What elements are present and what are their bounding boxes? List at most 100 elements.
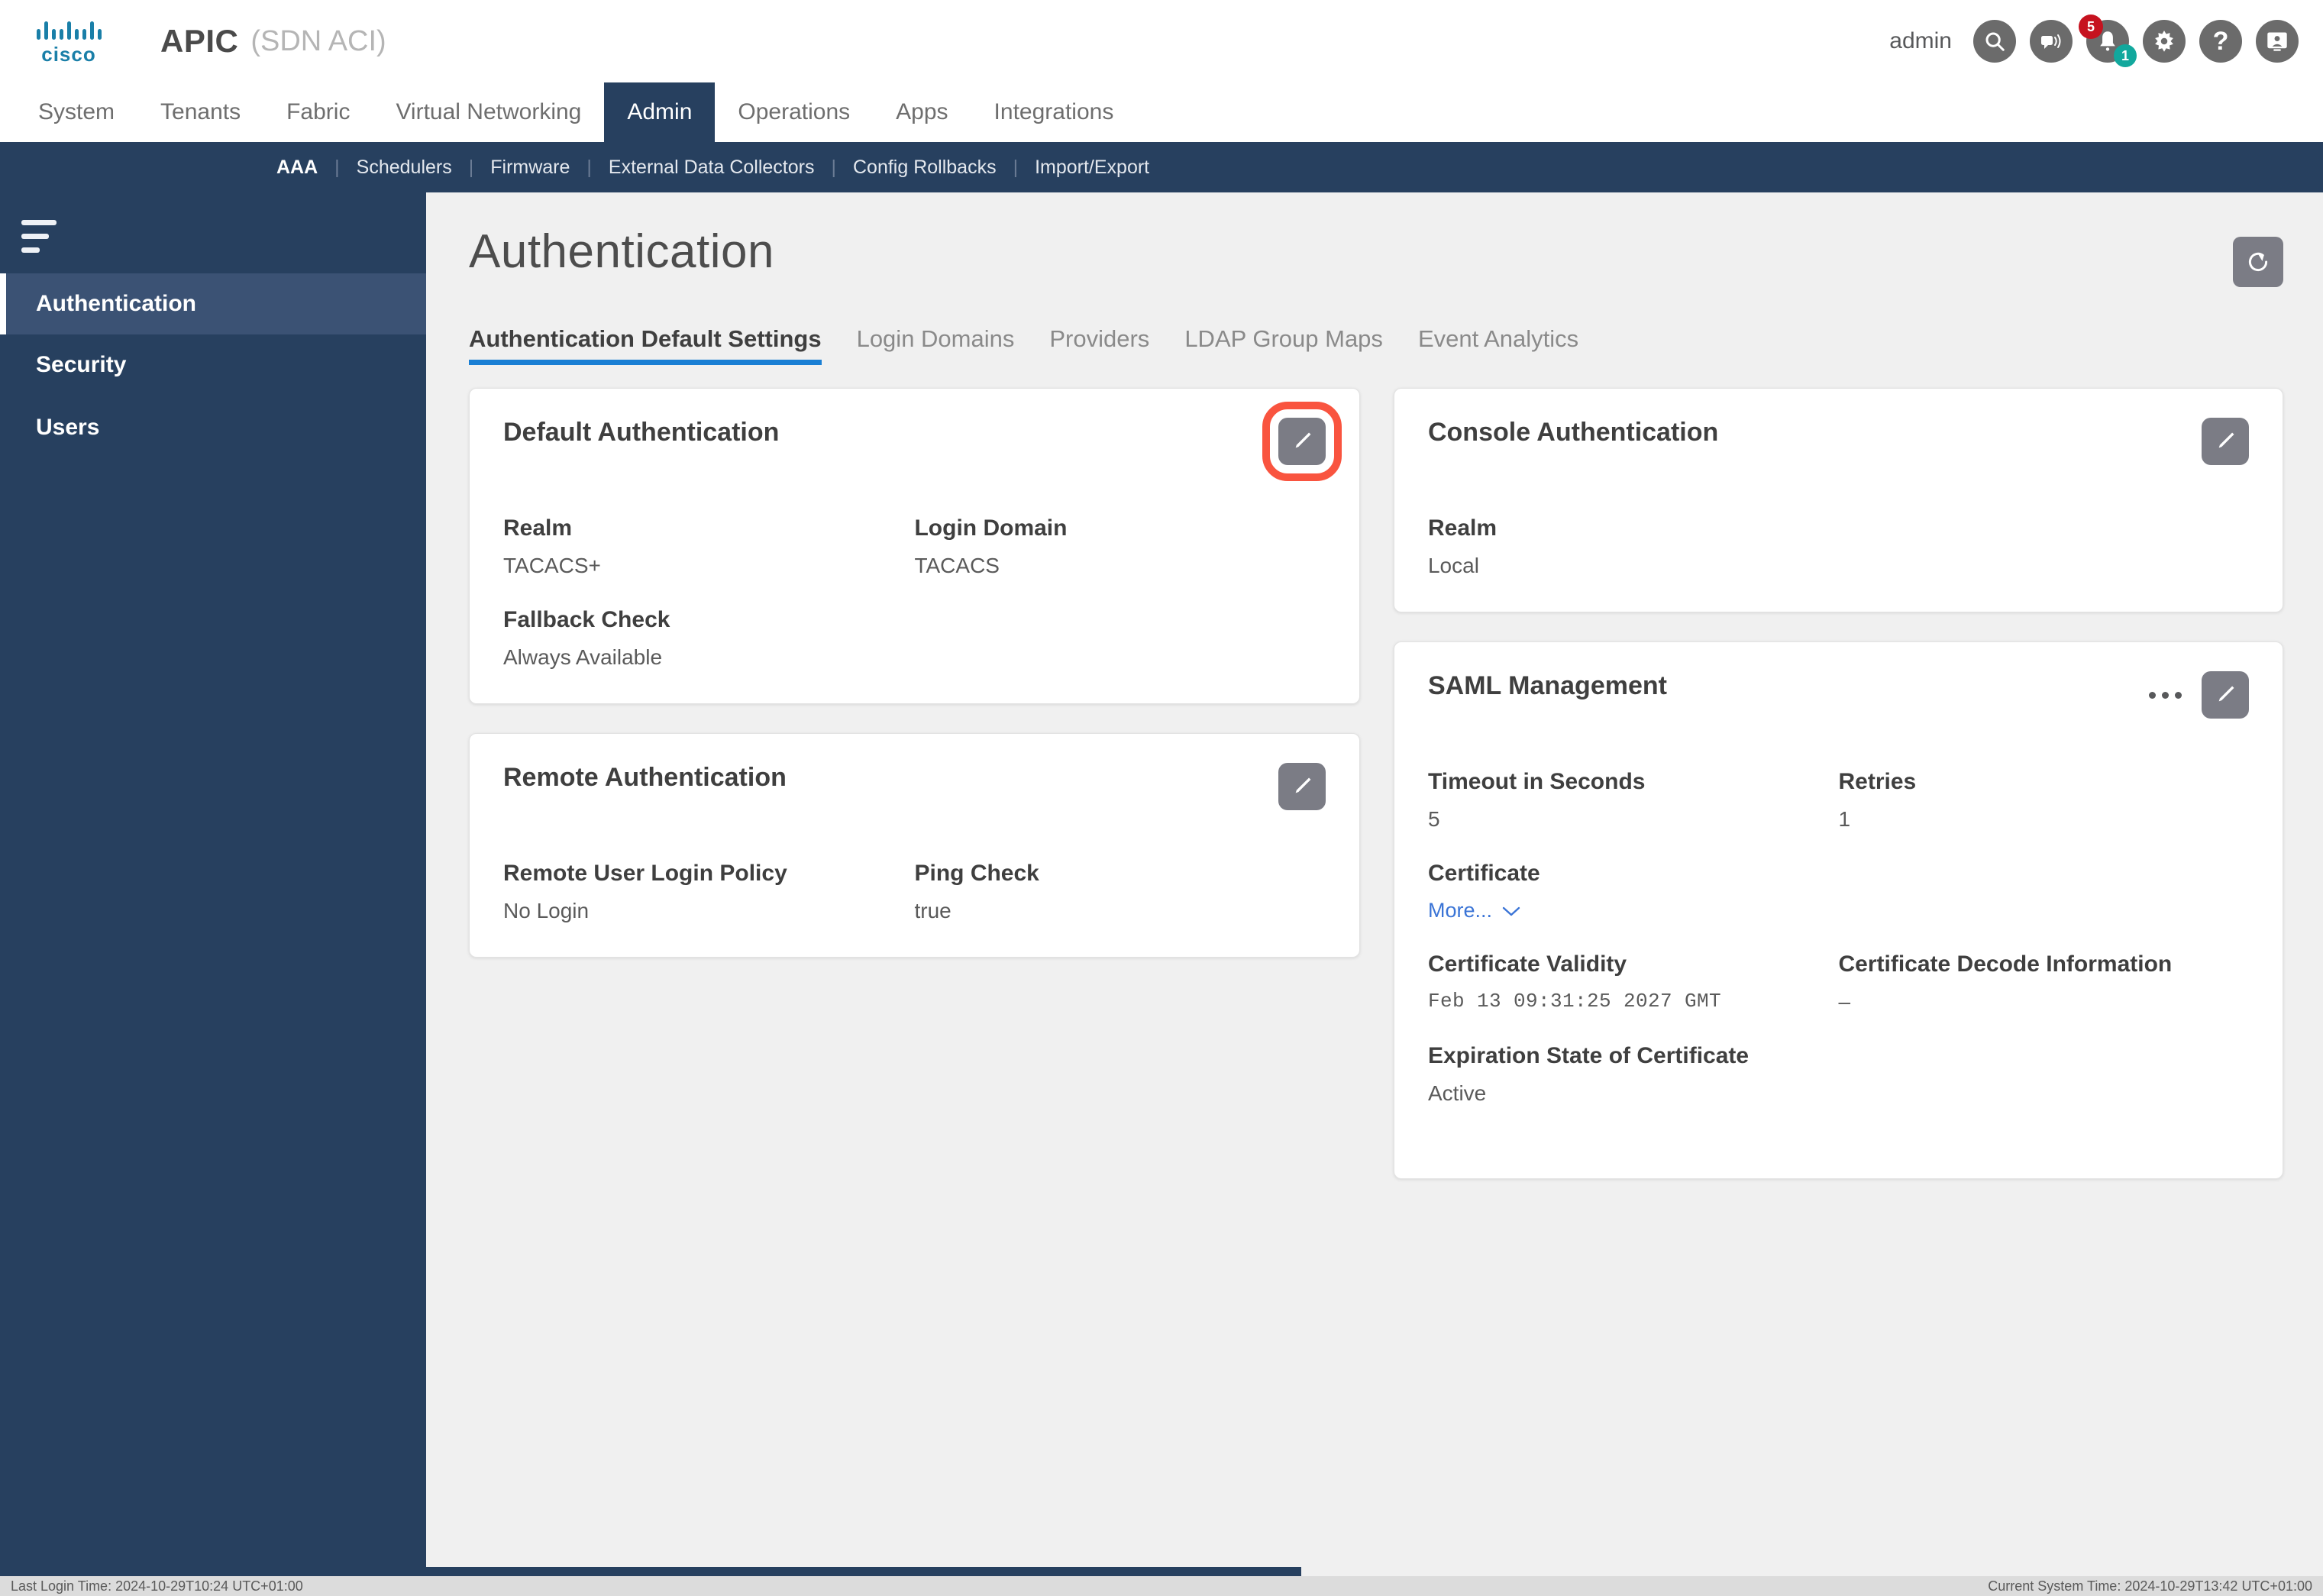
- bell-icon[interactable]: 5 1: [2086, 20, 2129, 63]
- app-subtitle: (SDN ACI): [250, 25, 386, 58]
- tab-login-domains[interactable]: Login Domains: [857, 325, 1015, 365]
- cisco-logo[interactable]: cisco: [23, 17, 115, 66]
- subnav-item-firmware[interactable]: Firmware: [473, 157, 586, 179]
- field-label: Expiration State of Certificate: [1428, 1043, 2249, 1069]
- nav-item-label: Virtual Networking: [396, 99, 581, 125]
- nav-item-apps[interactable]: Apps: [873, 82, 971, 142]
- sidebar-item-authentication[interactable]: Authentication: [0, 273, 426, 334]
- tab-label: Login Domains: [857, 325, 1015, 352]
- nav-item-fabric[interactable]: Fabric: [263, 82, 373, 142]
- card-actions: [2202, 418, 2249, 465]
- chevron-down-icon: [1501, 905, 1521, 917]
- subnav-item-external-data-collectors[interactable]: External Data Collectors: [592, 157, 832, 179]
- certificate-more-link[interactable]: More...: [1428, 899, 1521, 922]
- subnav-item-label: Schedulers: [357, 157, 452, 178]
- field-label: Realm: [1428, 515, 1839, 541]
- card-header: Remote Authentication: [503, 763, 1326, 810]
- field-ping-check: Ping Check true: [914, 861, 1325, 923]
- refresh-icon[interactable]: [2233, 237, 2283, 287]
- broadcast-icon[interactable]: [2030, 20, 2073, 63]
- card-remote-authentication: Remote Authentication Remote User Login …: [469, 733, 1360, 958]
- field-label: Remote User Login Policy: [503, 861, 914, 887]
- nav-item-label: Apps: [896, 99, 948, 125]
- sidebar: Authentication Security Users: [0, 192, 426, 1576]
- sidebar-item-security[interactable]: Security: [0, 334, 426, 396]
- edit-remote-authentication-button[interactable]: [1278, 763, 1326, 810]
- field-certificate-validity: Certificate Validity Feb 13 09:31:25 202…: [1428, 951, 1839, 1014]
- content-area: Authentication Authentication Default Se…: [426, 192, 2323, 1576]
- remote-session-icon[interactable]: [2256, 20, 2299, 63]
- nav-item-label: System: [38, 99, 115, 125]
- nav-item-label: Integrations: [994, 99, 1114, 125]
- field-value: Local: [1428, 554, 1839, 578]
- subnav-item-label: AAA: [276, 157, 318, 178]
- tab-providers[interactable]: Providers: [1049, 325, 1149, 365]
- field-realm: Realm TACACS+: [503, 515, 914, 578]
- tab-label: Authentication Default Settings: [469, 325, 822, 352]
- field-realm: Realm Local: [1428, 515, 1839, 578]
- more-link-label: More...: [1428, 899, 1492, 922]
- nav-item-label: Tenants: [160, 99, 241, 125]
- page-header: Authentication: [444, 192, 2305, 287]
- field-value: Active: [1428, 1081, 2249, 1106]
- tab-label: Event Analytics: [1418, 325, 1578, 352]
- edit-saml-management-button[interactable]: [2202, 671, 2249, 719]
- ellipsis-icon[interactable]: [2146, 683, 2185, 708]
- nav-item-system[interactable]: System: [15, 82, 137, 142]
- card-title: SAML Management: [1428, 671, 1667, 701]
- sidebar-item-users[interactable]: Users: [0, 397, 426, 458]
- subnav-item-schedulers[interactable]: Schedulers: [340, 157, 469, 179]
- tab-label: Providers: [1049, 325, 1149, 352]
- field-value: No Login: [503, 899, 914, 923]
- subnav-item-config-rollbacks[interactable]: Config Rollbacks: [836, 157, 1013, 179]
- tab-bar: Authentication Default Settings Login Dom…: [444, 287, 2305, 365]
- topbar-actions: admin 5 1: [1889, 20, 2299, 63]
- gear-icon[interactable]: [2143, 20, 2186, 63]
- field-value: –: [1838, 990, 2249, 1014]
- edit-default-authentication-button[interactable]: [1278, 418, 1326, 465]
- subnav-item-label: Config Rollbacks: [853, 157, 997, 178]
- subnav-item-label: Import/Export: [1035, 157, 1149, 178]
- card-actions: [1278, 763, 1326, 810]
- sidebar-item-label: Security: [36, 352, 126, 378]
- nav-item-tenants[interactable]: Tenants: [137, 82, 263, 142]
- field-certificate: Certificate More...: [1428, 861, 2249, 922]
- nav-item-admin[interactable]: Admin: [604, 82, 715, 142]
- subnav-item-aaa[interactable]: AAA: [260, 157, 334, 179]
- field-certificate-decode-information: Certificate Decode Information –: [1838, 951, 2249, 1014]
- help-icon[interactable]: ?: [2199, 20, 2242, 63]
- subnav-item-import-export[interactable]: Import/Export: [1018, 157, 1166, 179]
- tab-event-analytics[interactable]: Event Analytics: [1418, 325, 1578, 365]
- nav-item-operations[interactable]: Operations: [715, 82, 873, 142]
- sub-navigation: AAA|Schedulers|Firmware|External Data Co…: [0, 142, 2323, 192]
- card-actions: [2146, 671, 2249, 719]
- field-label: Login Domain: [914, 515, 1325, 541]
- field-value: TACACS: [914, 554, 1325, 578]
- footer-accent-right: [1301, 1567, 2323, 1576]
- field-timeout-in-seconds: Timeout in Seconds 5: [1428, 769, 1839, 832]
- sidebar-item-label: Users: [36, 415, 99, 441]
- field-label: Realm: [503, 515, 914, 541]
- card-title: Remote Authentication: [503, 763, 787, 793]
- nav-item-label: Fabric: [286, 99, 350, 125]
- tab-authentication-default-settings[interactable]: Authentication Default Settings: [469, 325, 822, 365]
- hamburger-icon[interactable]: [21, 217, 70, 255]
- card-console-authentication: Console Authentication Realm Local: [1394, 388, 2283, 612]
- last-login-time: Last Login Time: 2024-10-29T10:24 UTC+01…: [11, 1578, 303, 1594]
- nav-item-integrations[interactable]: Integrations: [971, 82, 1137, 142]
- status-bar: Last Login Time: 2024-10-29T10:24 UTC+01…: [0, 1576, 2323, 1596]
- nav-item-virtual-networking[interactable]: Virtual Networking: [373, 82, 604, 142]
- field-label: Certificate: [1428, 861, 2249, 887]
- field-value: Feb 13 09:31:25 2027 GMT: [1428, 990, 1839, 1013]
- field-label: Ping Check: [914, 861, 1325, 887]
- edit-console-authentication-button[interactable]: [2202, 418, 2249, 465]
- cards-container: Default Authentication Realm: [444, 365, 2305, 1179]
- search-icon[interactable]: [1973, 20, 2016, 63]
- tab-ldap-group-maps[interactable]: LDAP Group Maps: [1184, 325, 1383, 365]
- field-retries: Retries 1: [1838, 769, 2249, 832]
- subnav-item-label: Firmware: [490, 157, 570, 178]
- edit-button-shell: [1278, 418, 1326, 465]
- field-remote-user-login-policy: Remote User Login Policy No Login: [503, 861, 914, 923]
- field-label: Fallback Check: [503, 607, 914, 633]
- user-label[interactable]: admin: [1889, 28, 1952, 54]
